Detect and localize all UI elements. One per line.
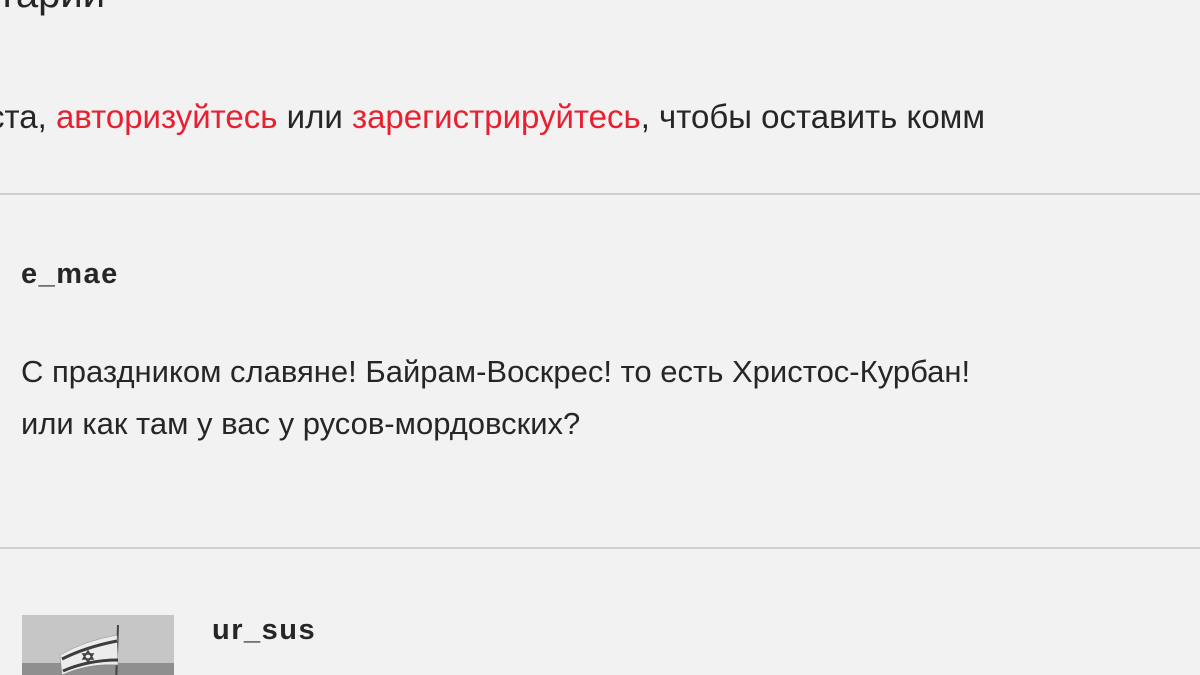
comment-author[interactable]: e_mae [21,258,119,291]
comment-body-line: или как там у вас у русов-мордовских? [21,406,581,441]
login-prompt-prefix: ста, [0,98,47,135]
login-prompt-suffix: , чтобы оставить комм [640,98,986,135]
comments-section-title: тарии [0,0,105,14]
register-link[interactable]: зарегистрируйтесь [352,98,641,135]
israel-flag-photo-icon [22,615,174,675]
login-prompt-middle: или [277,98,352,135]
comment-body: С праздником славяне! Байрам-Воскрес! то… [21,346,1196,450]
comment-divider [0,193,1200,195]
comment-body-line: С праздником славяне! Байрам-Воскрес! то… [21,354,971,389]
login-link[interactable]: авторизуйтесь [56,98,278,135]
comments-page: тарии ста, авторизуйтесь или зарегистрир… [0,0,1200,675]
avatar[interactable] [22,615,174,675]
comment-divider [0,547,1200,549]
comment-author[interactable]: ur_sus [212,614,316,647]
login-prompt: ста, авторизуйтесь или зарегистрируйтесь… [0,97,985,137]
